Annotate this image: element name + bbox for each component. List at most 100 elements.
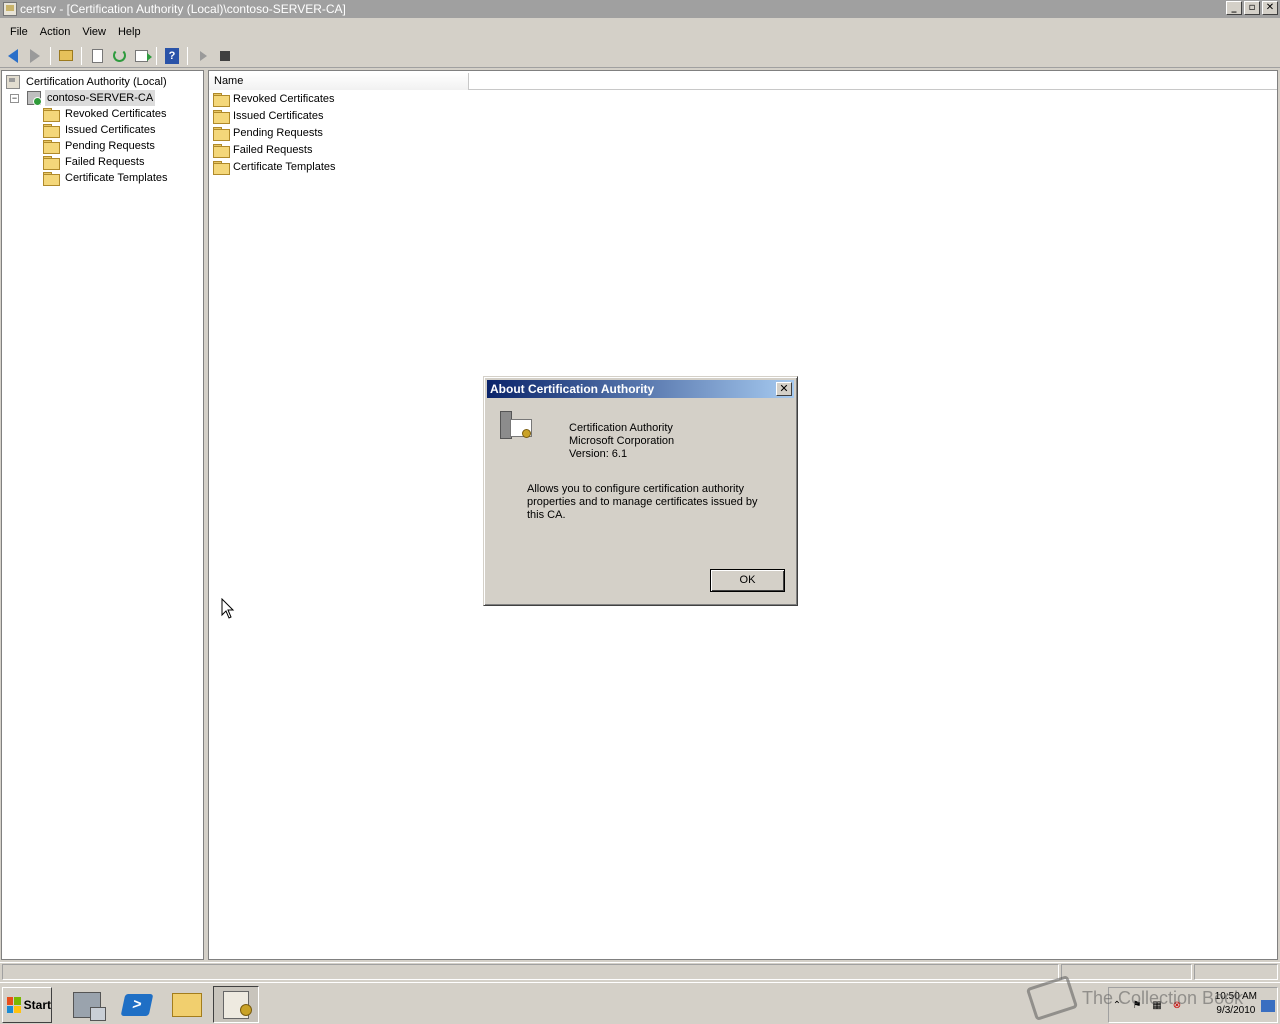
taskbar-powershell[interactable]: > (114, 986, 160, 1023)
ca-server-icon (27, 91, 42, 106)
menu-bar: File Action View Help (0, 22, 1280, 42)
window-title: certsrv - [Certification Authority (Loca… (20, 2, 346, 16)
minimize-button[interactable]: _ (1226, 1, 1242, 15)
tree-item-label: Issued Certificates (65, 124, 156, 136)
forward-button[interactable] (25, 46, 45, 66)
list-item-label: Pending Requests (233, 127, 323, 139)
back-button[interactable] (3, 46, 23, 66)
certification-authority-icon (6, 75, 20, 89)
console-tree[interactable]: Certification Authority (Local) − contos… (1, 70, 204, 960)
export-list-button[interactable] (131, 46, 152, 66)
tree-item-label: Failed Requests (65, 156, 145, 168)
stop-service-button[interactable] (215, 46, 235, 66)
dialog-title: About Certification Authority (490, 382, 655, 396)
tree-item-revoked-certificates[interactable]: Revoked Certificates (43, 106, 169, 122)
start-button[interactable]: Start (2, 987, 52, 1023)
folder-icon (213, 126, 230, 141)
forward-icon (30, 48, 40, 63)
up-one-level-button[interactable] (56, 46, 76, 66)
list-item-label: Revoked Certificates (233, 93, 335, 105)
stop-service-icon (220, 50, 230, 61)
folder-icon (213, 143, 230, 158)
column-header-name[interactable]: Name (209, 73, 469, 90)
folder-icon (43, 107, 60, 122)
show-desktop-button[interactable] (1261, 1000, 1275, 1012)
taskbar-server-manager[interactable] (64, 986, 110, 1023)
refresh-button[interactable] (109, 46, 129, 66)
list-item[interactable]: Certificate Templates (213, 159, 336, 175)
book-icon (1025, 975, 1079, 1021)
mouse-cursor-icon (221, 598, 235, 619)
menu-action[interactable]: Action (34, 22, 77, 42)
window-controls: _ ▫ ✕ (1226, 1, 1278, 15)
toolbar-separator (50, 46, 51, 65)
help-icon: ? (165, 47, 179, 64)
refresh-icon (112, 49, 126, 62)
version-text: Version: 6.1 (569, 448, 628, 460)
list-item[interactable]: Pending Requests (213, 125, 323, 141)
windows-logo-icon (7, 997, 21, 1013)
menu-help[interactable]: Help (112, 22, 147, 42)
dialog-title-bar[interactable]: About Certification Authority ✕ (487, 380, 794, 398)
folder-icon (43, 155, 60, 170)
start-label: Start (23, 998, 51, 1012)
certsrv-app-icon[interactable] (3, 2, 17, 16)
properties-icon (91, 48, 103, 63)
list-header: Name (209, 73, 1277, 90)
list-item[interactable]: Revoked Certificates (213, 91, 335, 107)
back-icon (8, 48, 18, 63)
product-name: Certification Authority (569, 422, 673, 434)
tree-item-ca[interactable]: − contoso-SERVER-CA (10, 90, 156, 106)
status-segment (2, 964, 1059, 980)
list-item-label: Issued Certificates (233, 110, 324, 122)
folder-icon (213, 92, 230, 107)
taskbar-certsrv[interactable] (213, 986, 259, 1023)
tree-item-label: Certificate Templates (65, 172, 168, 184)
folder-icon (43, 123, 60, 138)
up-folder-icon (59, 50, 73, 61)
restore-button[interactable]: ▫ (1244, 1, 1260, 15)
export-list-icon (134, 49, 152, 62)
tree-item-label: contoso-SERVER-CA (45, 90, 156, 106)
menu-file[interactable]: File (4, 22, 34, 42)
close-button[interactable]: ✕ (1262, 1, 1278, 15)
window-title-bar[interactable]: certsrv - [Certification Authority (Loca… (0, 0, 1280, 18)
tree-item-pending-requests[interactable]: Pending Requests (43, 138, 157, 154)
toolbar-separator (156, 46, 157, 65)
properties-button[interactable] (87, 46, 107, 66)
folder-icon (43, 171, 60, 186)
watermark-text: The Collection Book (1082, 987, 1244, 1008)
start-service-button[interactable] (193, 46, 213, 66)
folder-icon (213, 109, 230, 124)
dialog-close-button[interactable]: ✕ (776, 382, 792, 396)
collapse-icon[interactable]: − (10, 93, 19, 103)
tree-item-root[interactable]: Certification Authority (Local) (6, 74, 169, 90)
tree-item-label: Pending Requests (65, 140, 155, 152)
folder-icon (213, 160, 230, 175)
toolbar-separator (187, 46, 188, 65)
taskbar-windows-explorer[interactable] (164, 986, 210, 1023)
list-item-label: Failed Requests (233, 144, 313, 156)
company-name: Microsoft Corporation (569, 435, 675, 447)
toolbar: ? (0, 44, 1280, 68)
folder-icon (43, 139, 60, 154)
about-dialog: About Certification Authority ✕ Certific… (483, 376, 798, 606)
windows-explorer-icon (172, 992, 202, 1017)
certsrv-icon (223, 990, 252, 1019)
list-item[interactable]: Failed Requests (213, 142, 313, 158)
help-button[interactable]: ? (162, 46, 182, 66)
list-item[interactable]: Issued Certificates (213, 108, 323, 124)
start-service-icon (199, 50, 207, 61)
watermark: The Collection Book (1025, 974, 1244, 1022)
description-text: Allows you to configure certification au… (527, 483, 758, 521)
tree-item-label: Revoked Certificates (65, 108, 167, 120)
tree-item-certificate-templates[interactable]: Certificate Templates (43, 170, 170, 186)
menu-view[interactable]: View (76, 22, 112, 42)
list-item-label: Certificate Templates (233, 161, 336, 173)
server-manager-icon (73, 991, 106, 1021)
tree-item-failed-requests[interactable]: Failed Requests (43, 154, 147, 170)
ok-button[interactable]: OK (710, 569, 785, 592)
certification-authority-icon (500, 411, 534, 445)
tree-item-issued-certificates[interactable]: Issued Certificates (43, 122, 157, 138)
toolbar-separator (81, 46, 82, 65)
